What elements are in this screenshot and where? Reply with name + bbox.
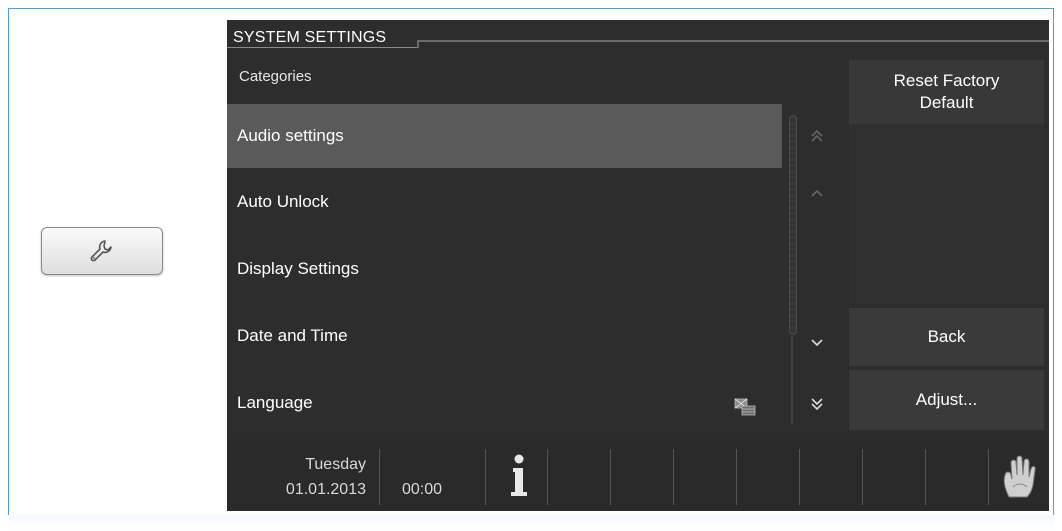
category-item-label: Auto Unlock: [237, 192, 329, 211]
status-separator: [988, 449, 989, 505]
hand-icon[interactable]: [999, 453, 1039, 501]
status-date: 01.01.2013: [285, 481, 366, 498]
status-separator: [673, 449, 674, 505]
title-rule: [417, 40, 1049, 42]
categories-heading: Categories: [239, 68, 312, 85]
empty-button-panel: [849, 124, 1044, 304]
status-separator: [736, 449, 737, 505]
info-icon[interactable]: [507, 453, 531, 499]
category-item-auto-unlock[interactable]: Auto Unlock: [227, 170, 782, 234]
status-bar: Tuesday 01.01.2013 00:00: [227, 439, 1049, 511]
status-separator: [379, 449, 380, 505]
category-item-label: Language: [237, 393, 313, 412]
status-separator: [925, 449, 926, 505]
scroll-down-button[interactable]: [805, 330, 829, 354]
adjust-button[interactable]: Adjust...: [849, 370, 1044, 430]
reset-label-line2: Default: [919, 93, 974, 112]
category-item-display-settings[interactable]: Display Settings: [227, 237, 782, 301]
status-separator: [799, 449, 800, 505]
status-separator: [547, 449, 548, 505]
reset-factory-default-button[interactable]: Reset Factory Default: [849, 60, 1044, 124]
language-flags-icon: [734, 398, 756, 416]
category-item-label: Display Settings: [237, 259, 359, 278]
double-chevron-down-icon: [811, 398, 823, 411]
title-underline: [227, 47, 417, 48]
category-item-label: Audio settings: [237, 126, 344, 145]
reset-label-line1: Reset Factory: [893, 71, 1000, 90]
scroll-to-top-button[interactable]: [805, 124, 829, 148]
category-item-language[interactable]: Language: [227, 371, 782, 435]
wrench-icon: [90, 240, 112, 262]
category-item-audio-settings[interactable]: Audio settings: [227, 104, 782, 168]
status-separator: [485, 449, 486, 505]
double-chevron-up-icon: [811, 129, 823, 142]
category-item-label: Date and Time: [237, 326, 348, 345]
scroll-to-bottom-button[interactable]: [805, 392, 829, 416]
settings-wrench-button[interactable]: [41, 227, 163, 275]
category-item-date-and-time[interactable]: Date and Time: [227, 304, 782, 368]
chevron-down-icon: [811, 339, 823, 347]
status-day: Tuesday: [305, 456, 366, 473]
frame-bottom-tint: [8, 515, 1054, 531]
scrollbar-track-lower: [791, 336, 793, 424]
status-separator: [862, 449, 863, 505]
page-title: SYSTEM SETTINGS: [233, 29, 387, 46]
scrollbar-track[interactable]: [789, 115, 797, 335]
back-button[interactable]: Back: [849, 308, 1044, 366]
title-bar: SYSTEM SETTINGS: [227, 20, 1049, 50]
chevron-up-icon: [811, 189, 823, 197]
scroll-up-button[interactable]: [805, 182, 829, 206]
settings-screen: SYSTEM SETTINGS Categories Audio setting…: [227, 20, 1049, 511]
status-time: 00:00: [402, 481, 443, 498]
status-separator: [610, 449, 611, 505]
